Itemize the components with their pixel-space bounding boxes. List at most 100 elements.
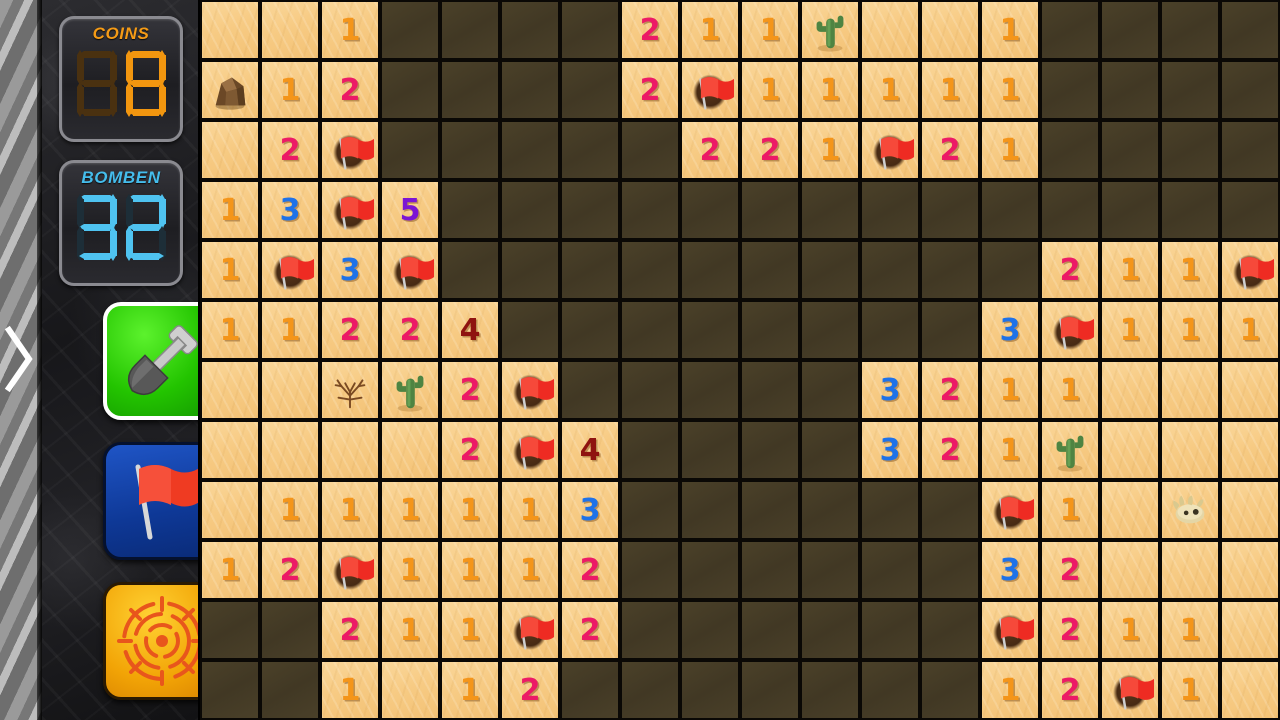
board-cell[interactable]: 1 (440, 600, 500, 660)
board-cell[interactable] (1100, 120, 1160, 180)
board-cell[interactable]: 1 (1160, 660, 1220, 720)
board-cell[interactable] (740, 360, 800, 420)
board-cell[interactable] (440, 240, 500, 300)
board-cell[interactable] (860, 600, 920, 660)
board-cell[interactable] (860, 180, 920, 240)
board-cell[interactable]: 1 (980, 60, 1040, 120)
board-cell[interactable] (200, 60, 260, 120)
board-cell[interactable]: 2 (440, 420, 500, 480)
board-cell[interactable]: 1 (440, 660, 500, 720)
board-cell[interactable] (260, 600, 320, 660)
board-cell[interactable] (200, 120, 260, 180)
board-cell[interactable] (1160, 360, 1220, 420)
board-cell[interactable]: 1 (320, 660, 380, 720)
board-cell[interactable]: 2 (560, 600, 620, 660)
board-cell[interactable]: 1 (500, 480, 560, 540)
board-cell[interactable]: 1 (260, 60, 320, 120)
board-cell[interactable] (560, 360, 620, 420)
board-cell[interactable] (380, 360, 440, 420)
board-cell[interactable] (500, 240, 560, 300)
board-cell[interactable] (920, 480, 980, 540)
board-cell[interactable] (740, 660, 800, 720)
board-cell[interactable] (620, 120, 680, 180)
board-cell[interactable]: 2 (260, 120, 320, 180)
board-cell[interactable]: 1 (440, 540, 500, 600)
board-cell[interactable] (200, 600, 260, 660)
board-cell[interactable] (500, 60, 560, 120)
board-cell[interactable] (620, 600, 680, 660)
board-cell[interactable]: 1 (1040, 360, 1100, 420)
board-cell[interactable]: 1 (740, 60, 800, 120)
board-cell[interactable]: 3 (980, 540, 1040, 600)
board-cell[interactable] (800, 420, 860, 480)
board-cell[interactable] (1220, 0, 1280, 60)
board-cell[interactable]: 3 (320, 240, 380, 300)
board-cell[interactable] (800, 540, 860, 600)
board-cell[interactable] (1220, 540, 1280, 600)
board-cell[interactable]: 1 (860, 60, 920, 120)
board-cell[interactable] (680, 540, 740, 600)
board-cell[interactable]: 2 (320, 60, 380, 120)
board-cell[interactable] (1100, 420, 1160, 480)
board-cell[interactable] (620, 480, 680, 540)
board-cell[interactable]: 1 (200, 240, 260, 300)
board-cell[interactable] (920, 180, 980, 240)
board-cell[interactable]: 2 (320, 600, 380, 660)
board-cell[interactable] (920, 600, 980, 660)
board-cell[interactable] (680, 360, 740, 420)
board-cell[interactable]: 1 (1160, 300, 1220, 360)
board-cell[interactable] (620, 540, 680, 600)
board-cell[interactable] (1160, 540, 1220, 600)
board-cell[interactable]: 1 (980, 360, 1040, 420)
board-cell[interactable]: 3 (860, 420, 920, 480)
board-cell[interactable] (620, 660, 680, 720)
board-cell[interactable] (380, 120, 440, 180)
board-cell[interactable] (680, 480, 740, 540)
board-cell[interactable] (620, 420, 680, 480)
board-cell[interactable] (1040, 60, 1100, 120)
board-cell[interactable] (800, 300, 860, 360)
board-cell[interactable]: 1 (1160, 240, 1220, 300)
board-cell[interactable] (200, 420, 260, 480)
board-cell[interactable] (860, 480, 920, 540)
board-cell[interactable] (1220, 60, 1280, 120)
board-cell[interactable] (500, 120, 560, 180)
board-cell[interactable]: 2 (740, 120, 800, 180)
board-cell[interactable] (260, 240, 320, 300)
board-cell[interactable] (1100, 60, 1160, 120)
board-cell[interactable] (1220, 420, 1280, 480)
board-cell[interactable] (920, 660, 980, 720)
board-cell[interactable] (440, 60, 500, 120)
board-cell[interactable] (200, 660, 260, 720)
board-cell[interactable] (680, 660, 740, 720)
board-cell[interactable]: 1 (200, 540, 260, 600)
board-cell[interactable]: 1 (200, 300, 260, 360)
board-cell[interactable] (560, 0, 620, 60)
board-cell[interactable]: 1 (980, 0, 1040, 60)
board-cell[interactable]: 1 (680, 0, 740, 60)
board-cell[interactable]: 1 (320, 480, 380, 540)
board-cell[interactable] (620, 300, 680, 360)
board-cell[interactable] (380, 0, 440, 60)
board-cell[interactable] (860, 540, 920, 600)
board-cell[interactable] (980, 240, 1040, 300)
board-cell[interactable] (560, 240, 620, 300)
board-cell[interactable] (740, 540, 800, 600)
board-cell[interactable]: 1 (980, 120, 1040, 180)
board-cell[interactable]: 2 (620, 0, 680, 60)
board-cell[interactable] (860, 240, 920, 300)
board-cell[interactable]: 2 (620, 60, 680, 120)
board-cell[interactable]: 4 (560, 420, 620, 480)
dig-tool-button[interactable] (103, 302, 198, 420)
board-cell[interactable] (440, 180, 500, 240)
board-cell[interactable]: 4 (440, 300, 500, 360)
board-cell[interactable]: 1 (920, 60, 980, 120)
board-cell[interactable] (1220, 120, 1280, 180)
board-cell[interactable] (920, 240, 980, 300)
board-cell[interactable] (680, 420, 740, 480)
board-cell[interactable] (380, 420, 440, 480)
board-cell[interactable]: 2 (680, 120, 740, 180)
board-cell[interactable] (1220, 180, 1280, 240)
board-cell[interactable] (680, 600, 740, 660)
board-cell[interactable] (1220, 660, 1280, 720)
